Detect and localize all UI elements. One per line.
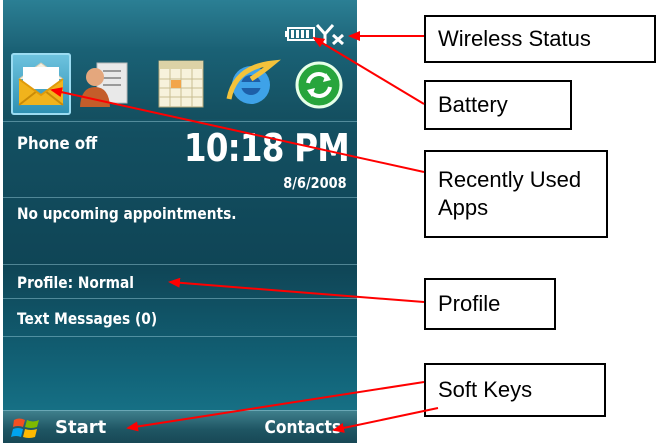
start-softkey[interactable]: Start bbox=[11, 411, 106, 443]
callout-recently-used-apps: Recently Used Apps bbox=[424, 150, 608, 238]
callout-battery: Battery bbox=[424, 80, 572, 130]
contacts-icon[interactable] bbox=[75, 53, 135, 115]
divider bbox=[3, 336, 357, 337]
contacts-softkey[interactable]: Contacts bbox=[264, 411, 341, 443]
divider bbox=[3, 197, 357, 198]
status-bar bbox=[3, 0, 357, 47]
calendar-icon[interactable] bbox=[153, 53, 213, 115]
profile-item[interactable]: Profile: Normal bbox=[17, 273, 134, 292]
phone-status[interactable]: Phone off bbox=[17, 134, 97, 154]
wireless-off-icon[interactable] bbox=[315, 23, 347, 45]
clock-time[interactable]: 10:18 PM bbox=[184, 126, 350, 170]
callout-wireless-status: Wireless Status bbox=[424, 15, 656, 63]
internet-explorer-icon[interactable] bbox=[221, 53, 281, 115]
start-label: Start bbox=[55, 417, 107, 438]
appointments-item[interactable]: No upcoming appointments. bbox=[17, 204, 237, 223]
text-messages-item[interactable]: Text Messages (0) bbox=[17, 309, 157, 328]
callout-profile: Profile bbox=[424, 278, 556, 330]
recent-apps-row bbox=[3, 47, 357, 119]
sync-icon[interactable] bbox=[289, 53, 349, 115]
divider bbox=[3, 121, 357, 122]
windows-icon bbox=[11, 418, 39, 438]
messaging-icon[interactable] bbox=[11, 53, 71, 115]
divider bbox=[3, 298, 357, 299]
divider bbox=[3, 264, 357, 265]
clock-date: 8/6/2008 bbox=[283, 174, 347, 192]
phone-screen: Phone off 10:18 PM 8/6/2008 No upcoming … bbox=[3, 0, 357, 443]
softkey-bar: Start Contacts bbox=[3, 410, 357, 443]
battery-icon[interactable] bbox=[285, 27, 315, 41]
callout-soft-keys: Soft Keys bbox=[424, 363, 606, 417]
